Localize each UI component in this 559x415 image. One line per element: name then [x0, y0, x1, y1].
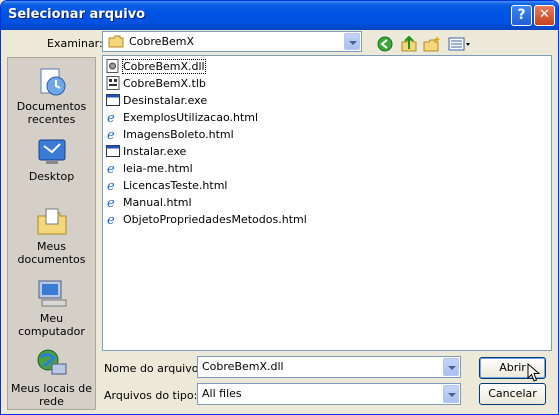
cancel-button[interactable]: Cancelar	[479, 383, 546, 405]
place-label: Meus locais de rede	[10, 382, 93, 408]
ie-html-icon: e	[107, 196, 115, 209]
title-bar[interactable]: Selecionar arquivo ? ✕	[1, 1, 558, 30]
exe-icon	[106, 94, 120, 106]
file-list[interactable]: CobreBemX.dll CobreBemX.tlb Desinstalar.…	[102, 55, 552, 351]
place-label: Meus documentos	[17, 240, 86, 266]
lookin-combo[interactable]: CobreBemX	[102, 31, 362, 52]
folder-icon	[108, 35, 124, 48]
place-desktop[interactable]: Desktop	[8, 136, 95, 183]
place-my-computer[interactable]: Meu computador	[8, 278, 95, 338]
svg-text:e: e	[107, 111, 115, 124]
window-title: Selecionar arquivo	[8, 7, 146, 22]
svg-text:e: e	[107, 213, 115, 226]
svg-text:e: e	[107, 179, 115, 192]
mouse-cursor-icon	[527, 363, 541, 382]
svg-text:e: e	[107, 162, 115, 175]
dll-icon	[106, 59, 119, 73]
filetype-dropdown-arrow[interactable]	[443, 385, 459, 403]
filetype-select[interactable]: All files	[197, 383, 461, 405]
ie-html-icon: e	[107, 111, 115, 124]
view-menu-icon[interactable]	[448, 36, 472, 52]
lookin-value: CobreBemX	[129, 35, 195, 48]
exe-icon	[106, 145, 120, 157]
svg-text:e: e	[107, 196, 115, 209]
lookin-label: Examinar:	[47, 37, 103, 50]
network-places-icon	[37, 349, 66, 375]
filetype-label: Arquivos do tipo:	[104, 389, 198, 402]
places-bar: Documentos recentes Desktop Meus documen…	[7, 57, 96, 410]
place-label: Documentos recentes	[16, 100, 87, 126]
my-computer-icon	[38, 280, 66, 307]
ie-html-icon: e	[107, 213, 115, 226]
back-icon[interactable]	[377, 36, 395, 52]
recent-documents-icon	[40, 68, 65, 96]
filename-label: Nome do arquivo:	[104, 362, 203, 375]
new-folder-icon[interactable]	[423, 36, 441, 52]
ie-html-icon: e	[107, 179, 115, 192]
tlb-icon	[106, 76, 120, 90]
ie-html-icon: e	[107, 128, 115, 141]
filename-value: CobreBemX.dll	[202, 360, 284, 373]
filetype-value: All files	[202, 387, 242, 400]
filename-dropdown-arrow[interactable]	[443, 358, 459, 376]
help-button[interactable]: ?	[511, 5, 532, 26]
desktop-icon	[38, 139, 65, 164]
place-network[interactable]: Meus locais de rede	[8, 348, 95, 408]
lookin-dropdown-arrow[interactable]	[344, 33, 360, 50]
place-recent-documents[interactable]: Documentos recentes	[8, 66, 95, 126]
file-dialog: Selecionar arquivo ? ✕ Examinar: CobreBe…	[0, 0, 559, 415]
place-label: Meu computador	[18, 312, 85, 338]
place-label: Desktop	[28, 170, 75, 183]
up-folder-icon[interactable]	[400, 36, 418, 52]
place-my-documents[interactable]: Meus documentos	[8, 206, 95, 266]
svg-text:e: e	[107, 128, 115, 141]
my-documents-icon	[37, 208, 66, 235]
close-button[interactable]: ✕	[534, 5, 555, 26]
ie-html-icon: e	[107, 162, 115, 175]
filename-input[interactable]: CobreBemX.dll	[197, 356, 461, 378]
